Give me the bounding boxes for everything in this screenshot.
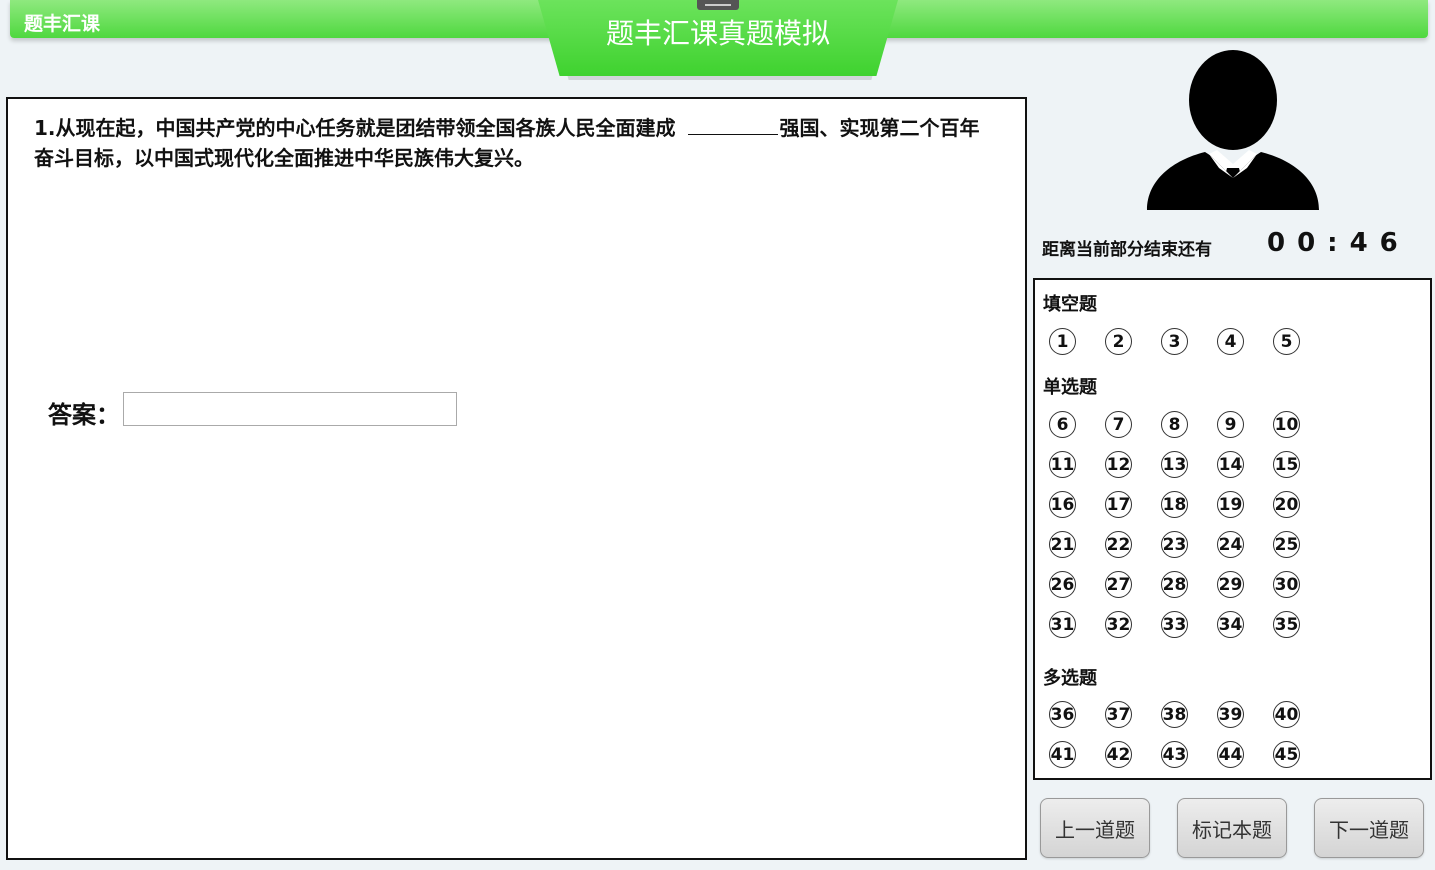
timer-value: 00:46: [1267, 228, 1410, 258]
question-grid-single-choice: 6 7 8 9 10 11 12 13 14 15 16 17 18 19 20 21 22 23 24 25 26 27…: [1049, 411, 1302, 638]
question-number-button[interactable]: 5: [1273, 328, 1300, 355]
question-number-button[interactable]: 8: [1161, 411, 1188, 438]
section-title-multi-choice: 多选题: [1043, 668, 1097, 689]
question-number-button[interactable]: 2: [1105, 328, 1132, 355]
question-number-button[interactable]: 38: [1161, 701, 1188, 728]
section-title-fill-blank: 填空题: [1043, 294, 1097, 315]
question-number-button[interactable]: 28: [1161, 571, 1188, 598]
question-number-button[interactable]: 39: [1217, 701, 1244, 728]
answer-label: 答案：: [48, 401, 120, 429]
question-number-button[interactable]: 31: [1049, 611, 1076, 638]
question-number-button[interactable]: 43: [1161, 741, 1188, 768]
section-title-single-choice: 单选题: [1043, 377, 1097, 398]
question-number-button[interactable]: 13: [1161, 451, 1188, 478]
question-number-button[interactable]: 11: [1049, 451, 1076, 478]
question-number-button[interactable]: 45: [1273, 741, 1300, 768]
question-number-button[interactable]: 22: [1105, 531, 1132, 558]
question-number-button[interactable]: 7: [1105, 411, 1132, 438]
question-number-button[interactable]: 35: [1273, 611, 1300, 638]
question-number-button[interactable]: 23: [1161, 531, 1188, 558]
question-text-part1: 从现在起，中国共产党的中心任务就是团结带领全国各族人民全面建成: [55, 116, 676, 140]
question-number-button[interactable]: 27: [1105, 571, 1132, 598]
question-text: 1.从现在起，中国共产党的中心任务就是团结带领全国各族人民全面建成 强国、实现第二…: [34, 113, 994, 173]
question-number-button[interactable]: 17: [1105, 491, 1132, 518]
question-number-button[interactable]: 16: [1049, 491, 1076, 518]
question-number-button[interactable]: 37: [1105, 701, 1132, 728]
user-avatar-icon: [1147, 50, 1319, 210]
question-number-button[interactable]: 41: [1049, 741, 1076, 768]
timer-label: 距离当前部分结束还有: [1042, 240, 1212, 260]
question-number-button[interactable]: 18: [1161, 491, 1188, 518]
question-grid-multi-choice: 36 37 38 39 40 41 42 43 44 45: [1049, 701, 1302, 768]
question-number-button[interactable]: 10: [1273, 411, 1300, 438]
question-number-button[interactable]: 21: [1049, 531, 1076, 558]
question-number-button[interactable]: 26: [1049, 571, 1076, 598]
drag-handle[interactable]: [697, 0, 739, 10]
question-number: 1.: [34, 116, 56, 140]
question-number-button[interactable]: 15: [1273, 451, 1300, 478]
question-number-button[interactable]: 1: [1049, 328, 1076, 355]
question-number-button[interactable]: 14: [1217, 451, 1244, 478]
question-navigator: 填空题 12345 单选题 6 7 8 9 10 11 12 13 14 15 16 17 18 19 20…: [1033, 278, 1432, 780]
mark-question-button[interactable]: 标记本题: [1177, 798, 1287, 858]
question-number-button[interactable]: 24: [1217, 531, 1244, 558]
question-number-button[interactable]: 33: [1161, 611, 1188, 638]
answer-input[interactable]: [123, 392, 457, 426]
prev-question-button[interactable]: 上一道题: [1040, 798, 1150, 858]
question-number-button[interactable]: 3: [1161, 328, 1188, 355]
brand-logo-text: 题丰汇课: [24, 13, 101, 35]
question-number-button[interactable]: 44: [1217, 741, 1244, 768]
question-number-button[interactable]: 29: [1217, 571, 1244, 598]
question-number-button[interactable]: 30: [1273, 571, 1300, 598]
question-grid-fill-blank: 1 2 3 4 5: [1049, 328, 1302, 355]
fill-blank: [687, 114, 778, 135]
question-number-button[interactable]: 34: [1217, 611, 1244, 638]
question-number-button[interactable]: 32: [1105, 611, 1132, 638]
question-number-button[interactable]: 9: [1217, 411, 1244, 438]
question-number-button[interactable]: 20: [1273, 491, 1300, 518]
question-number-button[interactable]: 40: [1273, 701, 1300, 728]
question-number-button[interactable]: 25: [1273, 531, 1300, 558]
next-question-button[interactable]: 下一道题: [1314, 798, 1424, 858]
question-number-button[interactable]: 4: [1217, 328, 1244, 355]
page-title: 题丰汇课真题模拟: [605, 17, 830, 50]
question-number-button[interactable]: 6: [1049, 411, 1076, 438]
question-panel: 1.从现在起，中国共产党的中心任务就是团结带领全国各族人民全面建成 强国、实现第二…: [6, 97, 1027, 860]
question-number-button[interactable]: 19: [1217, 491, 1244, 518]
question-number-button[interactable]: 42: [1105, 741, 1132, 768]
question-number-button[interactable]: 12: [1105, 451, 1132, 478]
question-number-button[interactable]: 36: [1049, 701, 1076, 728]
